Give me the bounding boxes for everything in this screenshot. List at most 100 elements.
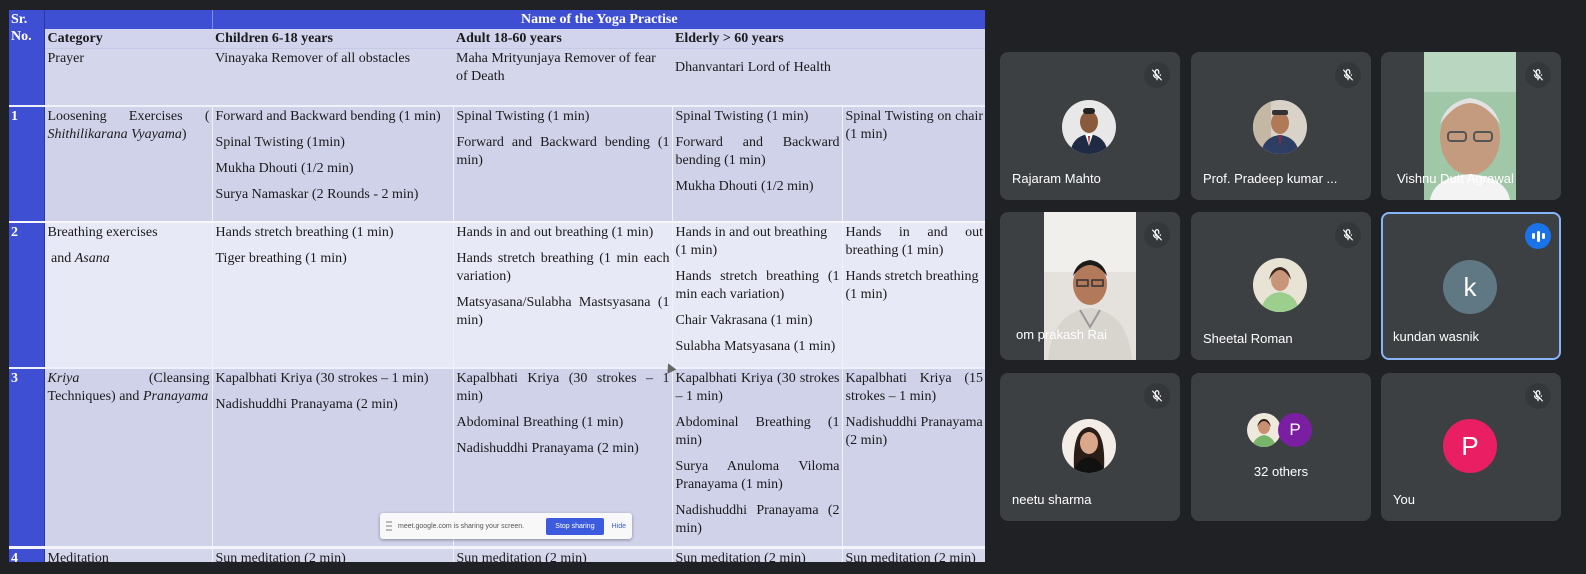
category-italic: Asana — [74, 250, 110, 266]
elderly-cell-a: Hands in and out breathing (1 min) Hands… — [671, 220, 842, 368]
mic-off-icon — [1525, 62, 1551, 88]
yoga-practise-table: Sr. No. Name of the Yoga Practise Catego… — [9, 10, 985, 562]
header-children: Children 6-18 years — [212, 29, 453, 49]
others-tile[interactable]: P 32 others — [1191, 373, 1371, 521]
mic-off-icon — [1144, 383, 1170, 409]
avatar: k — [1443, 260, 1497, 314]
avatar — [1062, 419, 1116, 473]
practice-item: Forward and Backward bending (1 min) — [675, 134, 840, 168]
sr-header-line1: Sr. — [11, 12, 28, 27]
others-count: 32 others — [1253, 464, 1309, 479]
header-category: Category — [44, 29, 212, 49]
practice-item: Nadishuddhi Pranayama (2 min) — [456, 440, 639, 456]
category-text: Breathing exercises — [47, 224, 158, 240]
practice-item: Hands in and out breathing (1 min) — [845, 224, 984, 258]
header-adult: Adult 18-60 years — [453, 29, 672, 49]
practice-item: Hands stretch breathing (1 min each vari… — [675, 268, 840, 302]
participant-name: Rajaram Mahto — [1012, 171, 1101, 186]
practice-item: Forward and Backward bending (1 min) — [456, 134, 670, 168]
children-cell: Forward and Backward bending (1 min) Spi… — [211, 104, 453, 222]
category-italic: Shithilikarana Vyayama — [47, 126, 182, 142]
category-cell: Kriya (Cleansing Techniques) and Pranaya… — [44, 366, 212, 548]
table-row: 4 Meditation Sun meditation (2 min) Sun … — [9, 546, 985, 562]
practice-item: Forward and Backward bending (1 min) — [215, 108, 441, 124]
mic-off-icon — [1335, 62, 1361, 88]
sr-number: 4 — [9, 546, 45, 562]
category-text: Loosening Exercises ( — [47, 108, 210, 124]
participant-name: om prakash Rai — [1016, 327, 1108, 342]
table-title: Name of the Yoga Practise — [212, 10, 985, 29]
prayer-category: Prayer — [44, 48, 212, 106]
participant-name: Sheetal Roman — [1203, 331, 1293, 346]
stop-sharing-button[interactable]: Stop sharing — [546, 517, 604, 535]
participant-name: Prof. Pradeep kumar ... — [1203, 171, 1338, 186]
practice-item: Hands in and out breathing (1 min) — [456, 224, 654, 240]
participant-tile[interactable]: neetu sharma — [1000, 373, 1180, 521]
elderly-cell-a: Kapalbhati Kriya (30 strokes – 1 min) Ab… — [671, 366, 842, 548]
practice-item: Surya Anuloma Viloma Pranayama (1 min) — [675, 458, 840, 492]
participant-name: Vishnu Dutt Agrawal — [1397, 171, 1514, 186]
practice-item: Hands stretch breathing (1 min each vari… — [456, 250, 670, 284]
table-row: 1 Loosening Exercises ( Shithilikarana V… — [9, 104, 985, 222]
adult-cell: Hands in and out breathing (1 min) Hands… — [452, 220, 672, 368]
participant-tile[interactable]: Prof. Pradeep kumar ... — [1191, 52, 1371, 200]
participant-tile[interactable]: Rajaram Mahto — [1000, 52, 1180, 200]
practice-item: Spinal Twisting on chair (1 min) — [845, 108, 984, 142]
participant-tile[interactable]: Vishnu Dutt Agrawal — [1381, 52, 1561, 200]
practice-item: Hands stretch breathing (1 min) — [845, 268, 979, 302]
shared-screen: Sr. No. Name of the Yoga Practise Catego… — [9, 10, 985, 562]
practice-item: Sun meditation (2 min) — [841, 546, 985, 562]
avatar: P — [1443, 419, 1497, 473]
practice-item: Nadishuddhi Pranayama (2 min) — [675, 502, 840, 536]
practice-item: Nadishuddhi Pranayama (2 min) — [845, 414, 983, 448]
sr-number: 1 — [9, 104, 45, 222]
practice-item: Spinal Twisting (1min) — [215, 134, 345, 150]
prayer-adult: Maha Mrityunjaya Remover of fear of Deat… — [453, 48, 672, 106]
practice-item: Matsyasana/Sulabha Mastsyasana (1 min) — [456, 294, 670, 328]
participant-tile[interactable]: om prakash Rai — [1000, 212, 1180, 360]
participant-name: You — [1393, 492, 1415, 507]
participant-tile-self[interactable]: P You — [1381, 373, 1561, 521]
mic-off-icon — [1144, 62, 1170, 88]
participant-name: kundan wasnik — [1393, 329, 1479, 344]
sr-number: 3 — [9, 366, 45, 548]
practice-item: Sulabha Matsyasana (1 min) — [675, 338, 836, 354]
mic-off-icon — [1335, 222, 1361, 248]
elderly-cell-b: Hands in and out breathing (1 min) Hands… — [841, 220, 985, 368]
practice-item: Kapalbhati Kriya (30 strokes – 1 min) — [215, 370, 429, 386]
share-banner-message: meet.google.com is sharing your screen. — [398, 522, 525, 530]
category-cell: Loosening Exercises ( Shithilikarana Vya… — [44, 104, 212, 222]
practice-item: Nadishuddhi Pranayama (2 min) — [215, 396, 398, 412]
drag-handle-icon[interactable] — [386, 521, 392, 531]
practice-item: Mukha Dhouti (1/2 min) — [215, 160, 354, 176]
hide-banner-button[interactable]: Hide — [612, 523, 626, 530]
header-elderly: Elderly > 60 years — [672, 29, 985, 49]
avatar — [1253, 100, 1307, 154]
header-spacer — [44, 10, 213, 29]
prayer-elderly: Dhanvantari Lord of Health — [672, 48, 985, 106]
category-italic-2: Pranayama — [142, 388, 209, 404]
sr-header: Sr. No. — [9, 10, 45, 49]
practice-item: Kapalbhati Kriya (30 strokes – 1 min) — [675, 370, 840, 404]
avatar: P — [1278, 413, 1312, 447]
practice-item: Sun meditation (2 min) — [211, 546, 453, 562]
adult-cell: Spinal Twisting (1 min) Forward and Back… — [452, 104, 672, 222]
practice-item: Hands in and out breathing (1 min) — [675, 224, 828, 258]
category-cell: Meditation — [44, 546, 212, 562]
participant-tile-active-speaker[interactable]: k kundan wasnik — [1381, 212, 1561, 360]
category-cell: Breathing exercises and Asana — [44, 220, 212, 368]
practice-item: Sun meditation (2 min) — [452, 546, 672, 562]
mic-off-icon — [1525, 383, 1551, 409]
sr-number: 2 — [9, 220, 45, 368]
avatar — [1062, 100, 1116, 154]
participant-tile[interactable]: Sheetal Roman — [1191, 212, 1371, 360]
mic-off-icon — [1144, 222, 1170, 248]
practice-item: Tiger breathing (1 min) — [215, 250, 347, 266]
practice-item: Hands stretch breathing (1 min) — [215, 224, 394, 240]
practice-item: Sun meditation (2 min) — [671, 546, 842, 562]
prayer-children: Vinayaka Remover of all obstacles — [212, 48, 453, 106]
category-text-2: and — [51, 250, 75, 266]
screen-share-banner: meet.google.com is sharing your screen. … — [380, 513, 632, 539]
category-italic: Kriya — [47, 370, 80, 386]
speaking-indicator-icon — [1525, 223, 1551, 249]
